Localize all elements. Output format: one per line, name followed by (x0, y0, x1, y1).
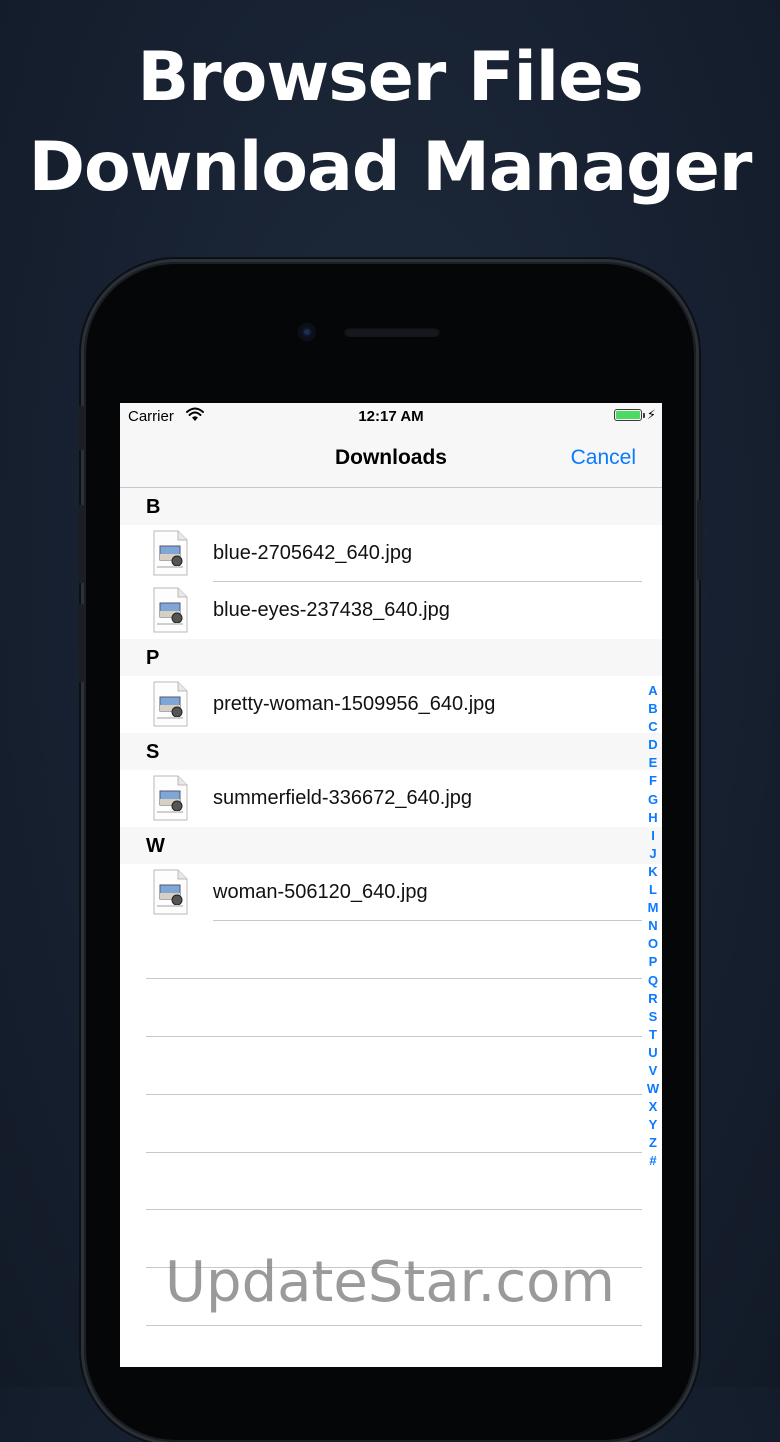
index-letter[interactable]: Y (642, 1116, 662, 1134)
index-letter[interactable]: M (642, 899, 662, 917)
row-separator (146, 1036, 642, 1037)
index-letter[interactable]: B (642, 700, 662, 718)
index-letter[interactable]: L (642, 881, 662, 899)
file-name: pretty-woman-1509956_640.jpg (213, 693, 496, 715)
file-row[interactable]: blue-eyes-237438_640.jpg (120, 582, 662, 639)
phone-volume-up-button (78, 505, 84, 583)
status-bar: Carrier 12:17 AM ⚡ (120, 403, 662, 431)
index-letter[interactable]: I (642, 827, 662, 845)
section-letter: W (146, 835, 165, 857)
section-header-w: W (120, 827, 662, 864)
index-letter[interactable]: R (642, 990, 662, 1008)
file-row[interactable]: pretty-woman-1509956_640.jpg (120, 676, 662, 733)
index-letter[interactable]: E (642, 754, 662, 772)
row-separator (146, 1152, 642, 1153)
file-row[interactable]: woman-506120_640.jpg (120, 864, 662, 921)
earpiece-speaker (344, 327, 440, 337)
navigation-bar: Downloads Cancel (120, 431, 662, 488)
index-letter[interactable]: Z (642, 1134, 662, 1152)
section-header-s: S (120, 733, 662, 770)
image-file-icon (153, 530, 188, 576)
index-letter[interactable]: X (642, 1098, 662, 1116)
row-separator (146, 1325, 642, 1326)
image-file-icon (153, 587, 188, 633)
phone-side-button (78, 406, 84, 450)
section-index[interactable]: A B C D E F G H I J K L M N O P Q R S T U V W X Y Z # (642, 682, 662, 1171)
battery-tip (643, 413, 645, 418)
section-letter: B (146, 496, 161, 518)
index-letter[interactable]: O (642, 935, 662, 953)
battery-fill (616, 411, 640, 419)
index-letter[interactable]: V (642, 1062, 662, 1080)
file-name: summerfield-336672_640.jpg (213, 787, 473, 809)
index-letter[interactable]: J (642, 845, 662, 863)
row-separator (213, 920, 642, 921)
index-letter[interactable]: D (642, 736, 662, 754)
front-camera (298, 323, 316, 341)
row-separator (146, 978, 642, 979)
cancel-button[interactable]: Cancel (571, 446, 636, 470)
index-letter[interactable]: Q (642, 972, 662, 990)
index-letter[interactable]: U (642, 1044, 662, 1062)
index-letter[interactable]: K (642, 863, 662, 881)
phone-volume-down-button (78, 604, 84, 682)
charging-bolt-icon: ⚡ (646, 407, 656, 422)
section-header-p: P (120, 639, 662, 676)
row-separator (146, 1209, 642, 1210)
battery-icon (614, 409, 642, 421)
section-letter: S (146, 741, 160, 763)
index-letter[interactable]: F (642, 772, 662, 790)
index-letter[interactable]: T (642, 1026, 662, 1044)
index-letter[interactable]: H (642, 809, 662, 827)
image-file-icon (153, 869, 188, 915)
index-letter[interactable]: # (642, 1152, 662, 1170)
headline-line-2: Download Manager (28, 128, 753, 207)
index-letter[interactable]: C (642, 718, 662, 736)
headline-line-1: Browser Files (137, 38, 643, 117)
row-separator (146, 1094, 642, 1095)
file-name: woman-506120_640.jpg (213, 881, 428, 903)
file-name: blue-eyes-237438_640.jpg (213, 599, 450, 621)
watermark: UpdateStar.com (165, 1250, 615, 1315)
index-letter[interactable]: S (642, 1008, 662, 1026)
section-header-b: B (120, 488, 662, 525)
index-letter[interactable]: N (642, 917, 662, 935)
status-time: 12:17 AM (358, 408, 424, 425)
phone-power-button (697, 500, 703, 580)
app-screen: Carrier 12:17 AM ⚡ Downloads Cancel B bl… (120, 403, 662, 1367)
downloads-list: B blue-2705642_640.jpg blue-eyes-237438_… (120, 488, 662, 921)
image-file-icon (153, 681, 188, 727)
index-letter[interactable]: P (642, 953, 662, 971)
file-row[interactable]: summerfield-336672_640.jpg (120, 770, 662, 827)
index-letter[interactable]: W (642, 1080, 662, 1098)
file-name: blue-2705642_640.jpg (213, 542, 413, 564)
section-letter: P (146, 647, 160, 669)
file-row[interactable]: blue-2705642_640.jpg (120, 525, 662, 582)
index-letter[interactable]: G (642, 791, 662, 809)
image-file-icon (153, 775, 188, 821)
index-letter[interactable]: A (642, 682, 662, 700)
